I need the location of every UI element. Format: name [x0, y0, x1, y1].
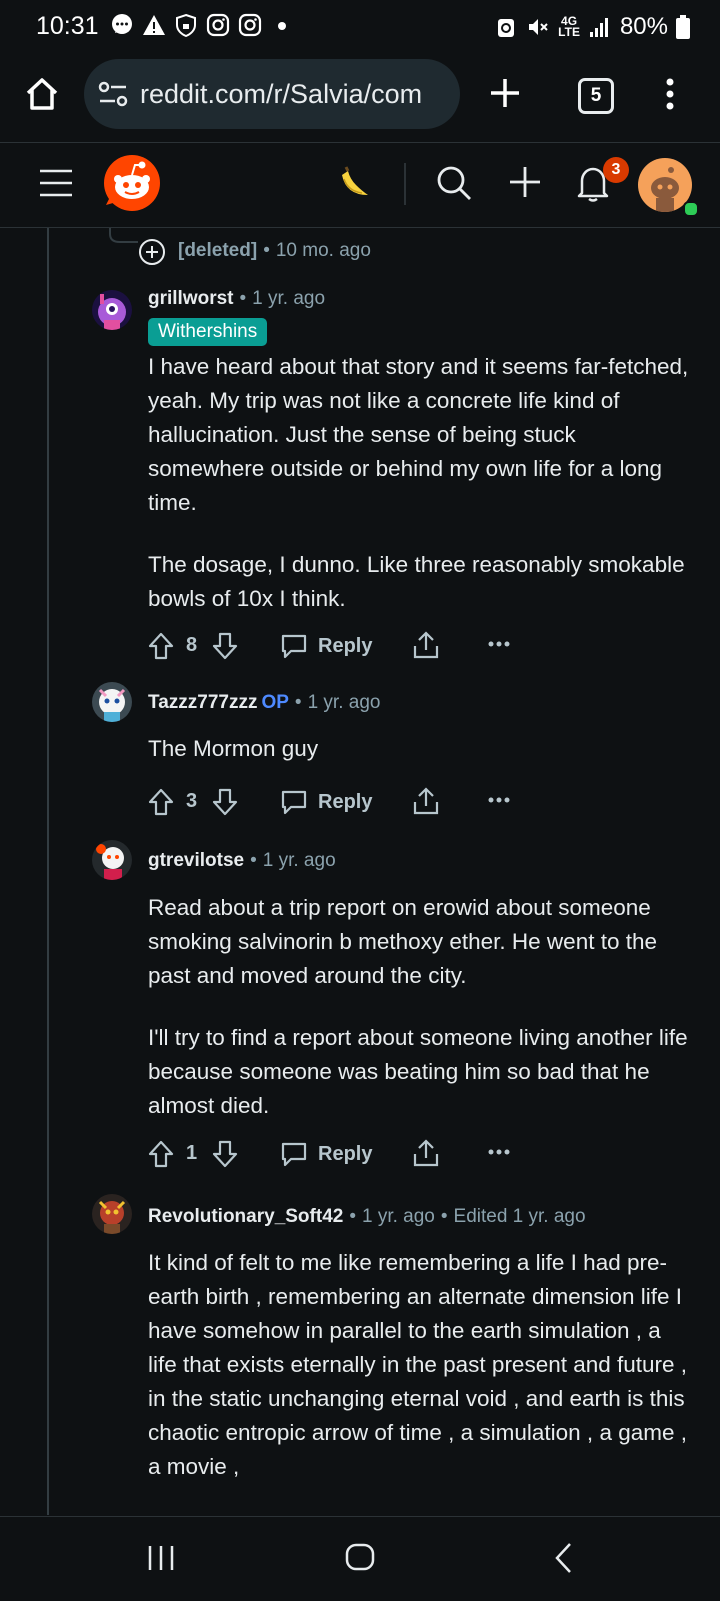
avatar[interactable] [92, 682, 132, 722]
comment-age: 1 yr. ago [361, 1206, 435, 1227]
comment-paragraph: I have heard about that story and it see… [148, 354, 689, 515]
url-text[interactable]: reddit.com/r/Salvia/com [140, 79, 450, 110]
warning-icon [143, 15, 165, 35]
user-flair: Withershins [148, 318, 268, 346]
user-avatar-icon [92, 840, 132, 880]
vote-score: 1 [186, 1142, 198, 1164]
edited-label: Edited 1 yr. ago [453, 1206, 586, 1227]
reply-icon [281, 634, 307, 659]
vote-score: 8 [186, 634, 198, 656]
reply-label: Reply [318, 634, 373, 657]
expand-icon[interactable] [138, 238, 166, 266]
reply-label: Reply [318, 790, 373, 813]
reply-icon [281, 790, 307, 815]
header-divider [404, 163, 406, 205]
back-icon[interactable] [552, 1541, 576, 1575]
site-settings-icon[interactable] [98, 81, 128, 107]
comment-author[interactable]: Revolutionary_Soft42 [148, 1206, 343, 1227]
more-notifications-dot-icon [278, 22, 286, 30]
reply-button[interactable]: Reply [280, 788, 372, 816]
downvote-icon[interactable] [212, 788, 238, 816]
avatar[interactable] [92, 290, 132, 330]
user-avatar-icon [92, 290, 132, 330]
browser-toolbar: reddit.com/r/Salvia/com 5 [0, 54, 720, 143]
comment-age: 1 yr. ago [307, 692, 381, 713]
more-options-icon[interactable] [488, 1148, 510, 1156]
comment-paragraph: I'll try to find a report about someone … [148, 1025, 688, 1118]
more-options-icon[interactable] [488, 796, 510, 804]
comment-author[interactable]: grillworst [148, 288, 234, 309]
comment-body: I have heard about that story and it see… [148, 350, 693, 644]
battery-percent: 80% [619, 13, 668, 40]
online-status-dot [683, 201, 699, 217]
comment-actions: 1 Reply [148, 1136, 548, 1176]
instagram-icon [206, 13, 230, 37]
share-icon[interactable] [412, 630, 440, 660]
avatar[interactable] [92, 840, 132, 880]
collapsed-comment[interactable]: [deleted] • 10 mo. ago [0, 236, 720, 266]
address-bar[interactable]: reddit.com/r/Salvia/com [84, 59, 460, 129]
vpn-shield-icon [176, 13, 196, 37]
instagram-icon [238, 13, 262, 37]
reply-icon [281, 1142, 307, 1167]
status-bar: 10:31 4G LTE 80% [0, 0, 720, 54]
downvote-icon[interactable] [212, 632, 238, 660]
reddit-header: 3 [0, 143, 720, 228]
signal-icon [589, 18, 608, 37]
recent-apps-icon[interactable] [146, 1543, 176, 1573]
reply-label: Reply [318, 1142, 373, 1165]
avatar[interactable] [92, 1194, 132, 1234]
comment-paragraph: The dosage, I dunno. Like three reasonab… [148, 552, 685, 611]
comment: grillworst • 1 yr. ago Withershins I have … [0, 282, 720, 682]
comment-paragraph: Read about a trip report on erowid about… [148, 895, 658, 988]
user-avatar-icon [92, 682, 132, 722]
comment-author[interactable]: Tazzz777zzz [148, 692, 257, 713]
comment-author[interactable]: [deleted] [178, 240, 257, 261]
more-options-icon[interactable] [488, 640, 510, 648]
home-button-icon[interactable] [344, 1541, 376, 1573]
tab-switcher-button[interactable]: 5 [578, 78, 614, 114]
comment-body: Read about a trip report on erowid about… [148, 891, 693, 1151]
reply-button[interactable]: Reply [280, 1140, 372, 1168]
network-type: 4G LTE [558, 14, 580, 39]
reply-button[interactable]: Reply [280, 632, 372, 660]
comment-actions: 3 Reply [148, 784, 548, 824]
comment-thread: [deleted] • 10 mo. ago grillworst • 1 yr. ag… [0, 228, 720, 1515]
op-badge: OP [261, 692, 289, 713]
vote-score: 3 [186, 790, 198, 812]
system-nav-bar [0, 1516, 720, 1601]
downvote-icon[interactable] [212, 1140, 238, 1168]
upvote-icon[interactable] [148, 788, 174, 816]
data-saver-icon [498, 19, 515, 37]
mute-icon [529, 19, 548, 35]
comment-paragraph: It kind of felt to me like remembering a… [148, 1250, 688, 1479]
home-icon[interactable] [24, 76, 60, 112]
chat-notification-icon [112, 14, 132, 34]
upvote-icon[interactable] [148, 632, 174, 660]
status-time: 10:31 [36, 12, 99, 40]
hamburger-menu-icon[interactable] [40, 169, 72, 197]
more-menu-icon[interactable] [664, 76, 676, 112]
banana-avatar-icon[interactable] [336, 165, 372, 201]
comment: Revolutionary_Soft42 • 1 yr. ago • Edited 1 … [0, 1194, 720, 1515]
comment-age: 1 yr. ago [262, 850, 336, 871]
upvote-icon[interactable] [148, 1140, 174, 1168]
user-avatar-icon [92, 1194, 132, 1234]
new-tab-icon[interactable] [488, 76, 522, 110]
comment-actions: 8 Reply [148, 628, 548, 668]
search-icon[interactable] [436, 165, 472, 201]
comment: Tazzz777zzz OP • 1 yr. ago The Mormon guy 3… [0, 682, 720, 832]
comment-author[interactable]: gtrevilotse [148, 850, 244, 871]
create-post-icon[interactable] [508, 165, 542, 199]
share-icon[interactable] [412, 786, 440, 816]
comment-age: 10 mo. ago [275, 240, 371, 261]
comment-age: 1 yr. ago [252, 288, 326, 309]
reddit-logo-icon[interactable] [102, 153, 162, 213]
notification-badge: 3 [603, 157, 629, 183]
share-icon[interactable] [412, 1138, 440, 1168]
comment-paragraph: The Mormon guy [148, 736, 319, 761]
battery-icon [676, 15, 690, 39]
comment: gtrevilotse • 1 yr. ago Read about a trip … [0, 840, 720, 1190]
comment-body: It kind of felt to me like remembering a… [148, 1246, 693, 1512]
